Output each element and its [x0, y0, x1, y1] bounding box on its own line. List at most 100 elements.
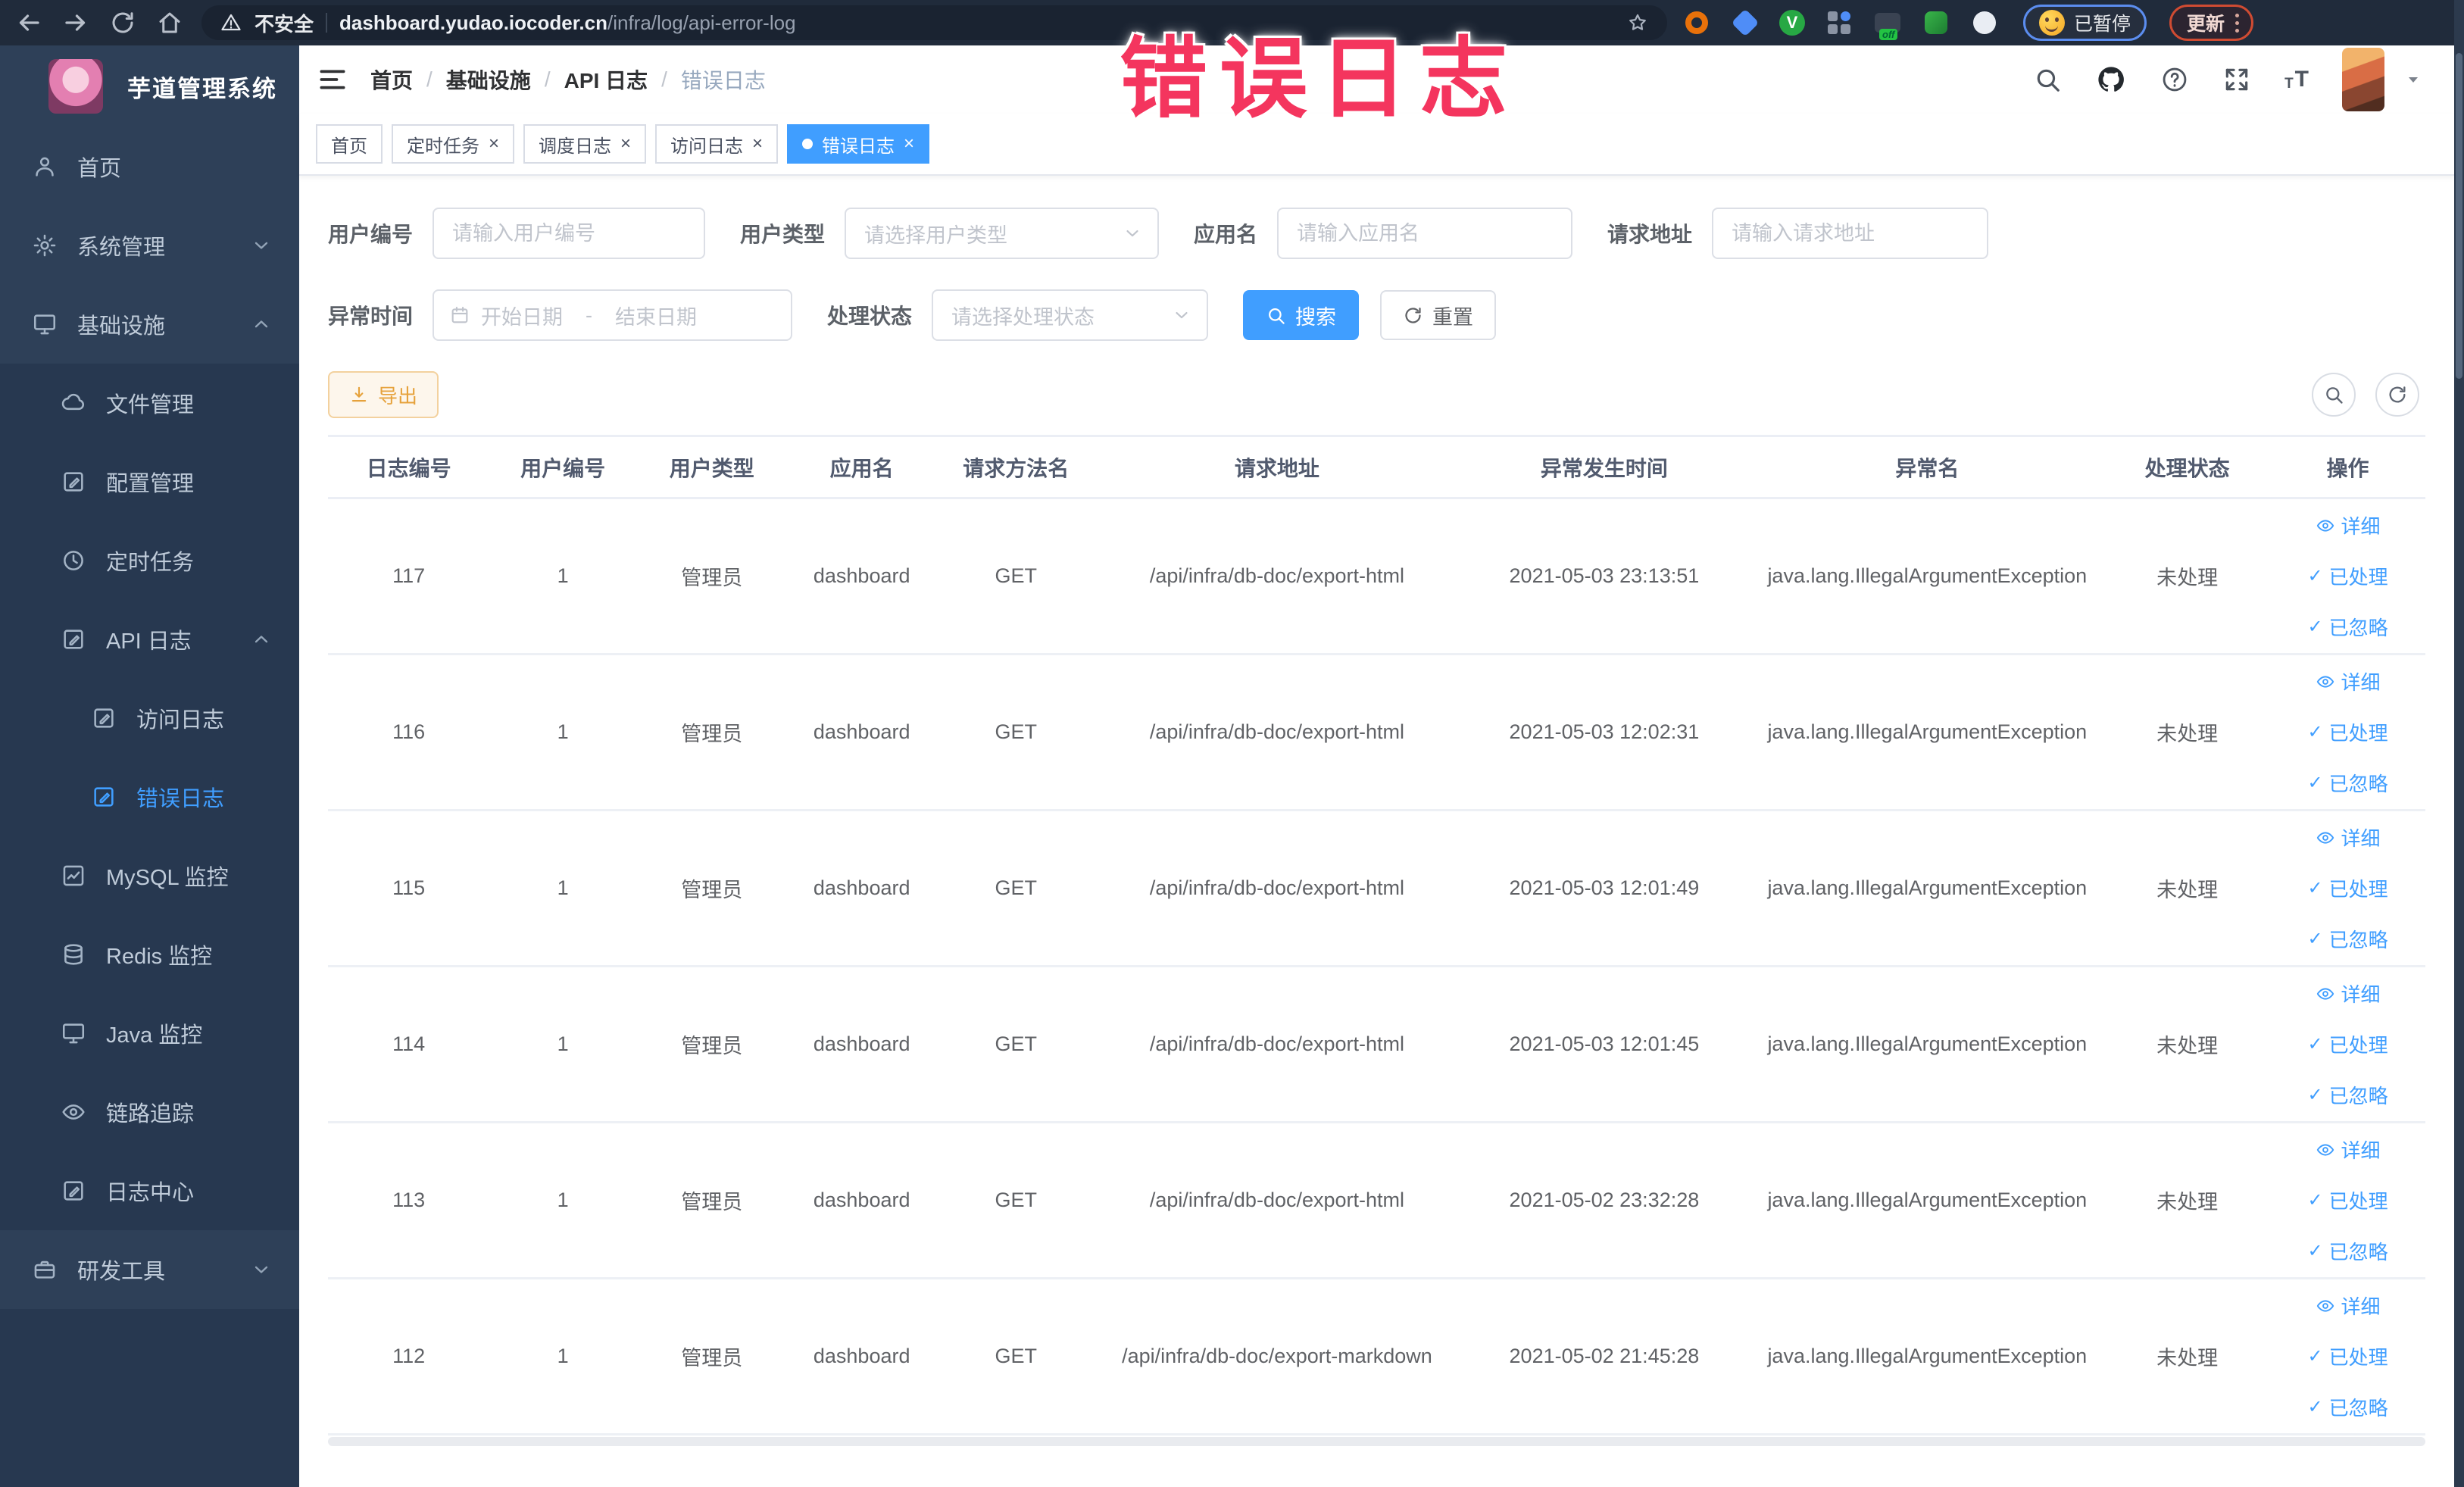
- forward-icon[interactable]: [62, 9, 89, 36]
- back-icon[interactable]: [15, 9, 42, 36]
- sidebar-item-redis-monitor[interactable]: Redis 监控: [0, 915, 299, 994]
- date-range-picker[interactable]: 开始日期 - 结束日期: [433, 289, 793, 341]
- detail-link[interactable]: 详细: [2316, 1292, 2381, 1320]
- export-button[interactable]: 导出: [328, 371, 439, 418]
- browser-update-button[interactable]: 更新: [2169, 5, 2254, 41]
- detail-link[interactable]: 详细: [2316, 823, 2381, 851]
- tab-error-log[interactable]: 错误日志 ×: [787, 124, 930, 164]
- address-bar[interactable]: 不安全 dashboard.yudao.iocoder.cn/infra/log…: [201, 5, 1667, 40]
- not-secure-warning-icon[interactable]: [220, 11, 242, 34]
- tab-home[interactable]: 首页: [316, 124, 383, 164]
- sidebar-item-log-center[interactable]: 日志中心: [0, 1151, 299, 1230]
- cell-exception: java.lang.IllegalArgumentException: [1750, 1122, 2105, 1279]
- close-icon[interactable]: ×: [904, 135, 914, 153]
- extension-icon-1[interactable]: [1682, 8, 1711, 37]
- close-icon[interactable]: ×: [489, 135, 499, 153]
- sidebar-item-trace[interactable]: 链路追踪: [0, 1073, 299, 1151]
- extension-icon-3[interactable]: V: [1779, 10, 1805, 36]
- extension-icon-7[interactable]: [1970, 8, 1999, 37]
- mark-ignored-link[interactable]: ✓ 已忽略: [2307, 925, 2387, 953]
- bookmark-star-icon[interactable]: [1626, 11, 1649, 34]
- sidebar-item-infrastructure[interactable]: 基础设施: [0, 285, 299, 364]
- toggle-search-button[interactable]: [2312, 373, 2356, 417]
- reset-button[interactable]: 重置: [1380, 290, 1497, 340]
- extension-icon-4[interactable]: [1825, 8, 1853, 37]
- avatar[interactable]: [2342, 48, 2384, 111]
- search-icon[interactable]: [2033, 65, 2062, 94]
- profile-paused-badge[interactable]: 已暂停: [2023, 5, 2147, 41]
- search-button[interactable]: 搜索: [1243, 290, 1360, 340]
- user-type-select[interactable]: 请选择用户类型: [845, 208, 1160, 259]
- extension-icon-5[interactable]: [1873, 8, 1902, 37]
- detail-link[interactable]: 详细: [2316, 511, 2381, 539]
- user-id-input[interactable]: [433, 208, 706, 259]
- tab-access-log[interactable]: 访问日志 ×: [655, 124, 779, 164]
- refresh-table-button[interactable]: [2375, 373, 2419, 417]
- cell-method: GET: [935, 498, 1096, 655]
- sidebar-item-config-management[interactable]: 配置管理: [0, 442, 299, 521]
- sidebar-item-system-management[interactable]: 系统管理: [0, 206, 299, 285]
- mark-processed-link[interactable]: ✓ 已处理: [2307, 874, 2387, 902]
- col-method: 请求方法名: [935, 435, 1096, 499]
- sidebar-item-mysql-monitor[interactable]: MySQL 监控: [0, 836, 299, 915]
- home-icon[interactable]: [156, 9, 183, 36]
- sidebar-item-scheduled-tasks[interactable]: 定时任务: [0, 521, 299, 600]
- sidebar-item-error-log[interactable]: 错误日志: [0, 758, 299, 836]
- github-icon[interactable]: [2095, 64, 2127, 95]
- mark-ignored-link[interactable]: ✓ 已忽略: [2307, 613, 2387, 641]
- mark-ignored-link[interactable]: ✓ 已忽略: [2307, 1237, 2387, 1265]
- sidebar-item-home[interactable]: 首页: [0, 127, 299, 206]
- page-content: 用户编号 用户类型 请选择用户类型 应用名: [299, 176, 2454, 1487]
- log-edit-icon: [61, 626, 86, 652]
- close-icon[interactable]: ×: [752, 135, 763, 153]
- process-status-select[interactable]: 请选择处理状态: [932, 289, 1209, 341]
- cell-user-id: 1: [489, 654, 637, 811]
- mark-processed-link[interactable]: ✓ 已处理: [2307, 718, 2387, 746]
- sidebar-item-java-monitor[interactable]: Java 监控: [0, 994, 299, 1073]
- sidebar-item-file-management[interactable]: 文件管理: [0, 364, 299, 442]
- toolbox-icon: [32, 1257, 58, 1282]
- browser-menu-icon[interactable]: [2235, 13, 2240, 33]
- filter-app-name: 应用名: [1194, 208, 1573, 259]
- extension-icon-6[interactable]: [1922, 8, 1950, 37]
- fullscreen-icon[interactable]: [2222, 65, 2251, 94]
- sidebar-item-api-log[interactable]: API 日志: [0, 600, 299, 679]
- reload-icon[interactable]: [109, 9, 136, 36]
- extension-icon-2[interactable]: [1731, 8, 1760, 37]
- tab-dispatch-log[interactable]: 调度日志 ×: [523, 124, 647, 164]
- detail-link[interactable]: 详细: [2316, 1136, 2381, 1164]
- detail-link[interactable]: 详细: [2316, 979, 2381, 1007]
- mark-ignored-link[interactable]: ✓ 已忽略: [2307, 1081, 2387, 1109]
- scrollbar-thumb[interactable]: [2456, 53, 2462, 379]
- sidebar-item-access-log[interactable]: 访问日志: [0, 679, 299, 758]
- cell-actions: 详细 ✓ 已处理 ✓ 已忽略: [2270, 1278, 2425, 1435]
- mark-ignored-link[interactable]: ✓ 已忽略: [2307, 1393, 2387, 1421]
- mark-processed-link[interactable]: ✓ 已处理: [2307, 1342, 2387, 1370]
- table-row: 112 1 管理员 dashboard GET /api/infra/db-do…: [328, 1278, 2425, 1435]
- vertical-scrollbar[interactable]: [2454, 0, 2464, 1487]
- breadcrumb-home[interactable]: 首页: [370, 64, 413, 95]
- close-icon[interactable]: ×: [620, 135, 631, 153]
- hamburger-icon[interactable]: [316, 63, 349, 96]
- help-icon[interactable]: [2160, 65, 2189, 94]
- detail-link[interactable]: 详细: [2316, 667, 2381, 695]
- horizontal-scrollbar[interactable]: [328, 1437, 2425, 1446]
- mark-processed-link[interactable]: ✓ 已处理: [2307, 1030, 2387, 1058]
- breadcrumb-api-log[interactable]: API 日志: [564, 64, 648, 95]
- mark-processed-link[interactable]: ✓ 已处理: [2307, 1186, 2387, 1214]
- database-icon: [61, 942, 86, 967]
- app-name-input[interactable]: [1277, 208, 1573, 259]
- mark-processed-link[interactable]: ✓ 已处理: [2307, 562, 2387, 590]
- caret-down-icon[interactable]: [2404, 70, 2422, 89]
- mark-ignored-link[interactable]: ✓ 已忽略: [2307, 769, 2387, 797]
- tab-scheduled-tasks[interactable]: 定时任务 ×: [392, 124, 515, 164]
- url-domain: dashboard.yudao.iocoder.cn: [339, 11, 607, 34]
- font-size-icon[interactable]: TT: [2284, 67, 2309, 92]
- request-url-input[interactable]: [1712, 208, 1989, 259]
- cell-app: dashboard: [787, 966, 936, 1123]
- app-logo-row[interactable]: 芋道管理系统: [0, 45, 299, 127]
- breadcrumb-infrastructure[interactable]: 基础设施: [446, 64, 531, 95]
- sidebar-item-dev-tools[interactable]: 研发工具: [0, 1230, 299, 1309]
- check-icon: ✓: [2307, 1189, 2323, 1211]
- check-icon: ✓: [2307, 1345, 2323, 1367]
